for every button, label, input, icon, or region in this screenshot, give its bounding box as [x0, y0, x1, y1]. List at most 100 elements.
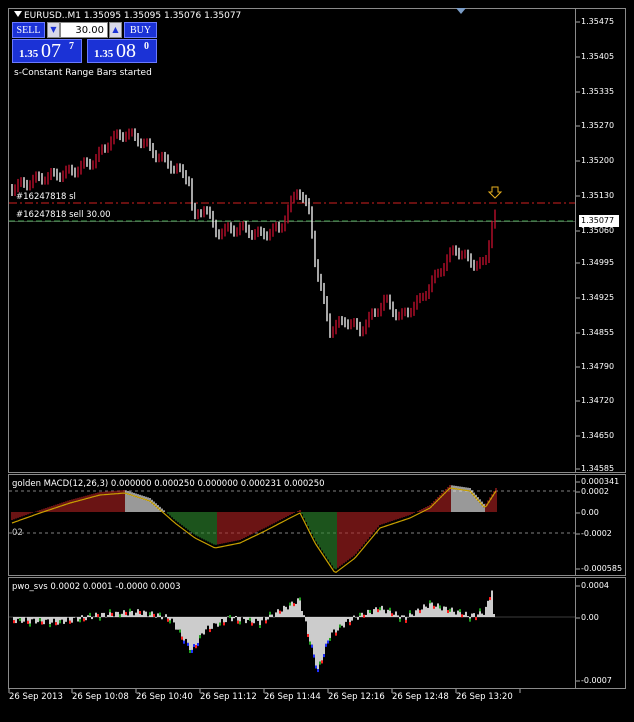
pwo-tip: [389, 607, 391, 611]
pwo-tip: [249, 617, 251, 621]
pwo-tip: [399, 618, 401, 622]
pwo-tip: [449, 608, 451, 612]
pwo-tip: [229, 614, 231, 618]
pwo-tip: [237, 620, 239, 624]
time-label: 26 Sep 12:16: [328, 692, 385, 702]
pwo-tip: [89, 612, 91, 616]
pwo-tip: [319, 661, 321, 665]
pwo-tip: [223, 622, 225, 626]
pwo-tip: [167, 618, 169, 622]
pwo-tip: [109, 609, 111, 613]
pwo-tip: [325, 643, 327, 647]
time-label: 26 Sep 2013: [9, 692, 63, 702]
pwo-histogram: [11, 590, 495, 673]
pwo-tip: [379, 607, 381, 611]
pwo-tip: [405, 619, 407, 623]
pwo-tip: [97, 614, 99, 618]
pwo-tip: [27, 620, 29, 624]
pwo-tip: [149, 612, 151, 616]
pwo-tip: [183, 640, 185, 644]
pwo-tip: [179, 629, 181, 633]
pwo-tip: [169, 620, 171, 624]
pwo-tip: [219, 622, 221, 626]
pwo-tip: [41, 621, 43, 625]
pwo-tip: [55, 622, 57, 626]
pwo-tip: [29, 623, 31, 627]
macd-left-mark: 02: [12, 528, 23, 538]
pwo-tip: [409, 610, 411, 614]
pwo-tip: [59, 620, 61, 624]
pwo-tip: [189, 650, 191, 654]
pwo-title: pwo_svs 0.0002 0.0001 -0.0000 0.0003: [12, 582, 181, 592]
pwo-tip: [119, 614, 121, 618]
macd-level-label: -0.000585: [581, 564, 623, 573]
pwo-tip: [447, 610, 449, 614]
pwo-tip: [461, 614, 463, 618]
pwo-tip: [299, 597, 301, 601]
pwo-tip: [309, 641, 311, 645]
pwo-tip: [479, 608, 481, 612]
time-label: 26 Sep 11:44: [264, 692, 321, 702]
pwo-tip: [489, 597, 491, 601]
pwo-tip: [79, 619, 81, 623]
pwo-tip: [195, 645, 197, 649]
pwo-tip: [475, 617, 477, 621]
pwo-level-label: -0.0007: [581, 676, 612, 685]
pwo-level-label: 0.00: [581, 613, 599, 622]
pwo-tip: [323, 654, 325, 658]
pwo-tip: [279, 610, 281, 614]
pwo-tip: [329, 637, 331, 641]
pwo-tip: [369, 609, 371, 613]
pwo-tip: [293, 603, 295, 607]
macd-title: golden MACD(12,26,3) 0.000000 0.000250 0…: [12, 479, 325, 489]
pwo-tip: [317, 669, 319, 673]
pwo-tip: [321, 660, 323, 664]
pwo-tip: [363, 614, 365, 618]
pwo-tip: [83, 618, 85, 622]
pwo-tip: [349, 622, 351, 626]
pwo-tip: [129, 608, 131, 612]
pwo-tip: [139, 610, 141, 614]
pwo-tip: [313, 654, 315, 658]
pwo-tip: [391, 613, 393, 617]
pwo-tip: [289, 602, 291, 606]
macd-level-label: -0.0002: [581, 529, 612, 538]
time-label: 26 Sep 12:48: [392, 692, 449, 702]
pwo-tip: [339, 624, 341, 628]
pwo-tip: [239, 621, 241, 625]
pwo-tip: [429, 600, 431, 604]
pwo-tip: [49, 624, 51, 628]
pwo-tip: [327, 640, 329, 644]
pwo-tip: [439, 605, 441, 609]
pwo-tip: [19, 618, 21, 622]
price-bars: [8, 21, 580, 693]
pwo-tip: [251, 622, 253, 626]
pwo-tip: [111, 612, 113, 616]
macd-level-label: 0.00: [581, 508, 599, 517]
chart-window: EURUSD..M1 1.35095 1.35095 1.35076 1.350…: [0, 0, 634, 722]
pwo-tip: [469, 618, 471, 622]
pwo-tip: [199, 635, 201, 639]
macd-level-label: 0.0002: [581, 487, 609, 496]
pwo-level-label: 0.0004: [581, 581, 609, 590]
pwo-tip: [39, 618, 41, 622]
pwo-tip: [335, 632, 337, 636]
pwo-tip: [433, 605, 435, 609]
pwo-tip: [13, 620, 15, 624]
bar-series: [11, 128, 496, 338]
pwo-tip: [181, 636, 183, 640]
pwo-tip: [307, 634, 309, 638]
macd-level-label: 0.000341: [581, 477, 620, 486]
pwo-tip: [187, 642, 189, 646]
time-label: 26 Sep 13:20: [456, 692, 513, 702]
pwo-tip: [125, 611, 127, 615]
pwo-tip: [197, 643, 199, 647]
pwo-tip: [265, 620, 267, 624]
pwo-tip: [459, 609, 461, 613]
macd-histogram: [11, 485, 497, 570]
pwo-tip: [209, 629, 211, 633]
pwo-tip: [99, 617, 101, 621]
pwo-tip: [377, 609, 379, 613]
arrow-down-icon: [487, 186, 503, 199]
time-label: 26 Sep 11:12: [200, 692, 257, 702]
